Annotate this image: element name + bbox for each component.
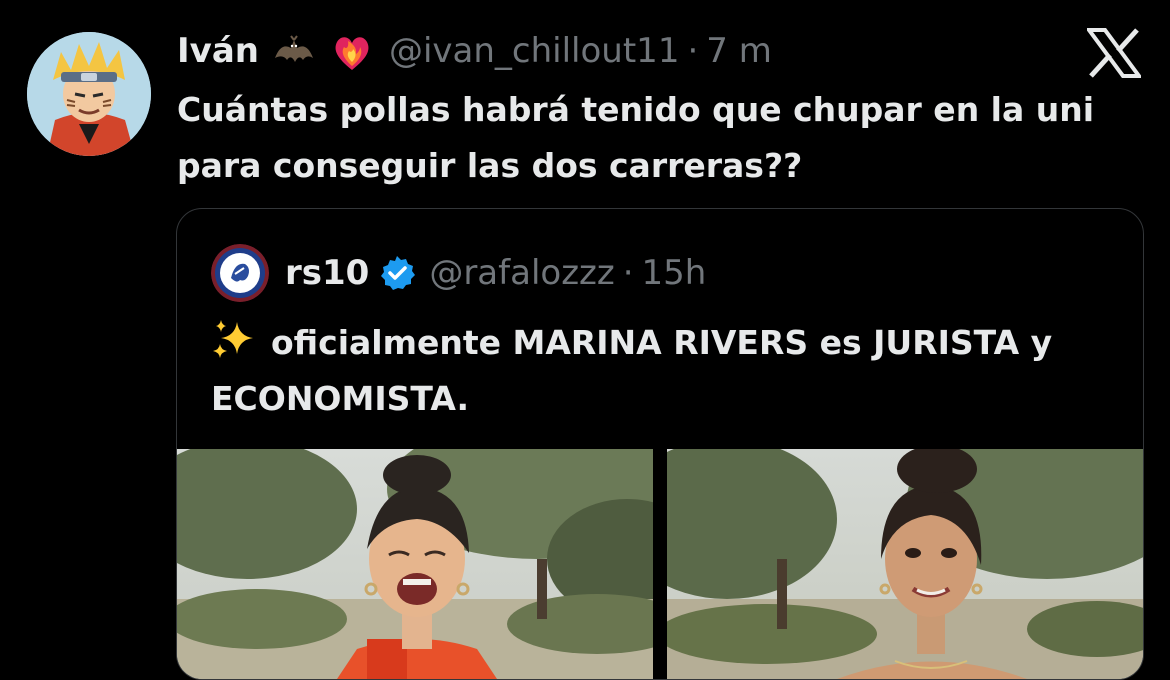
- naruto-avatar-image: [27, 32, 151, 156]
- quoted-tweet-header: rs10 @rafalozzz · 15h: [211, 244, 707, 302]
- woman-laughing-photo: [177, 449, 653, 679]
- verified-badge-icon: [381, 256, 416, 290]
- separator-dot: ·: [687, 31, 699, 71]
- author-name[interactable]: Iván: [177, 31, 259, 71]
- quoted-tweet-timestamp[interactable]: 15h: [642, 253, 707, 293]
- quoted-author-name[interactable]: rs10: [285, 253, 369, 293]
- quoted-author-avatar[interactable]: [211, 244, 269, 302]
- crest-avatar-image: [211, 244, 269, 302]
- tweet-text: Cuántas pollas habrá tenido que chupar e…: [177, 90, 1095, 185]
- quoted-photo-left[interactable]: [177, 449, 653, 679]
- woman-smiling-photo: [667, 449, 1143, 679]
- x-logo-icon[interactable]: [1087, 28, 1141, 78]
- sparkles-emoji: [213, 320, 253, 358]
- quoted-author-handle[interactable]: @rafalozzz: [429, 253, 614, 293]
- author-handle[interactable]: @ivan_chillout11: [389, 31, 679, 71]
- tweet-timestamp[interactable]: 7 m: [706, 31, 772, 71]
- author-avatar[interactable]: [27, 32, 151, 156]
- quoted-separator-dot: ·: [622, 253, 634, 293]
- tweet[interactable]: Iván @ivan_chillout11 · 7 m Cuántas poll…: [0, 0, 1170, 680]
- quoted-tweet-text: oficialmente MARINA RIVERS es JURISTA y …: [211, 323, 1053, 418]
- quoted-tweet[interactable]: rs10 @rafalozzz · 15h oficialmente MARIN…: [176, 208, 1144, 680]
- quoted-photo-right[interactable]: [667, 449, 1143, 679]
- heart-on-fire-emoji: [335, 37, 369, 70]
- quoted-tweet-text-container: oficialmente MARINA RIVERS es JURISTA y …: [211, 315, 1111, 427]
- tweet-header: Iván @ivan_chillout11 · 7 m: [177, 26, 772, 76]
- bat-emoji: [274, 35, 313, 62]
